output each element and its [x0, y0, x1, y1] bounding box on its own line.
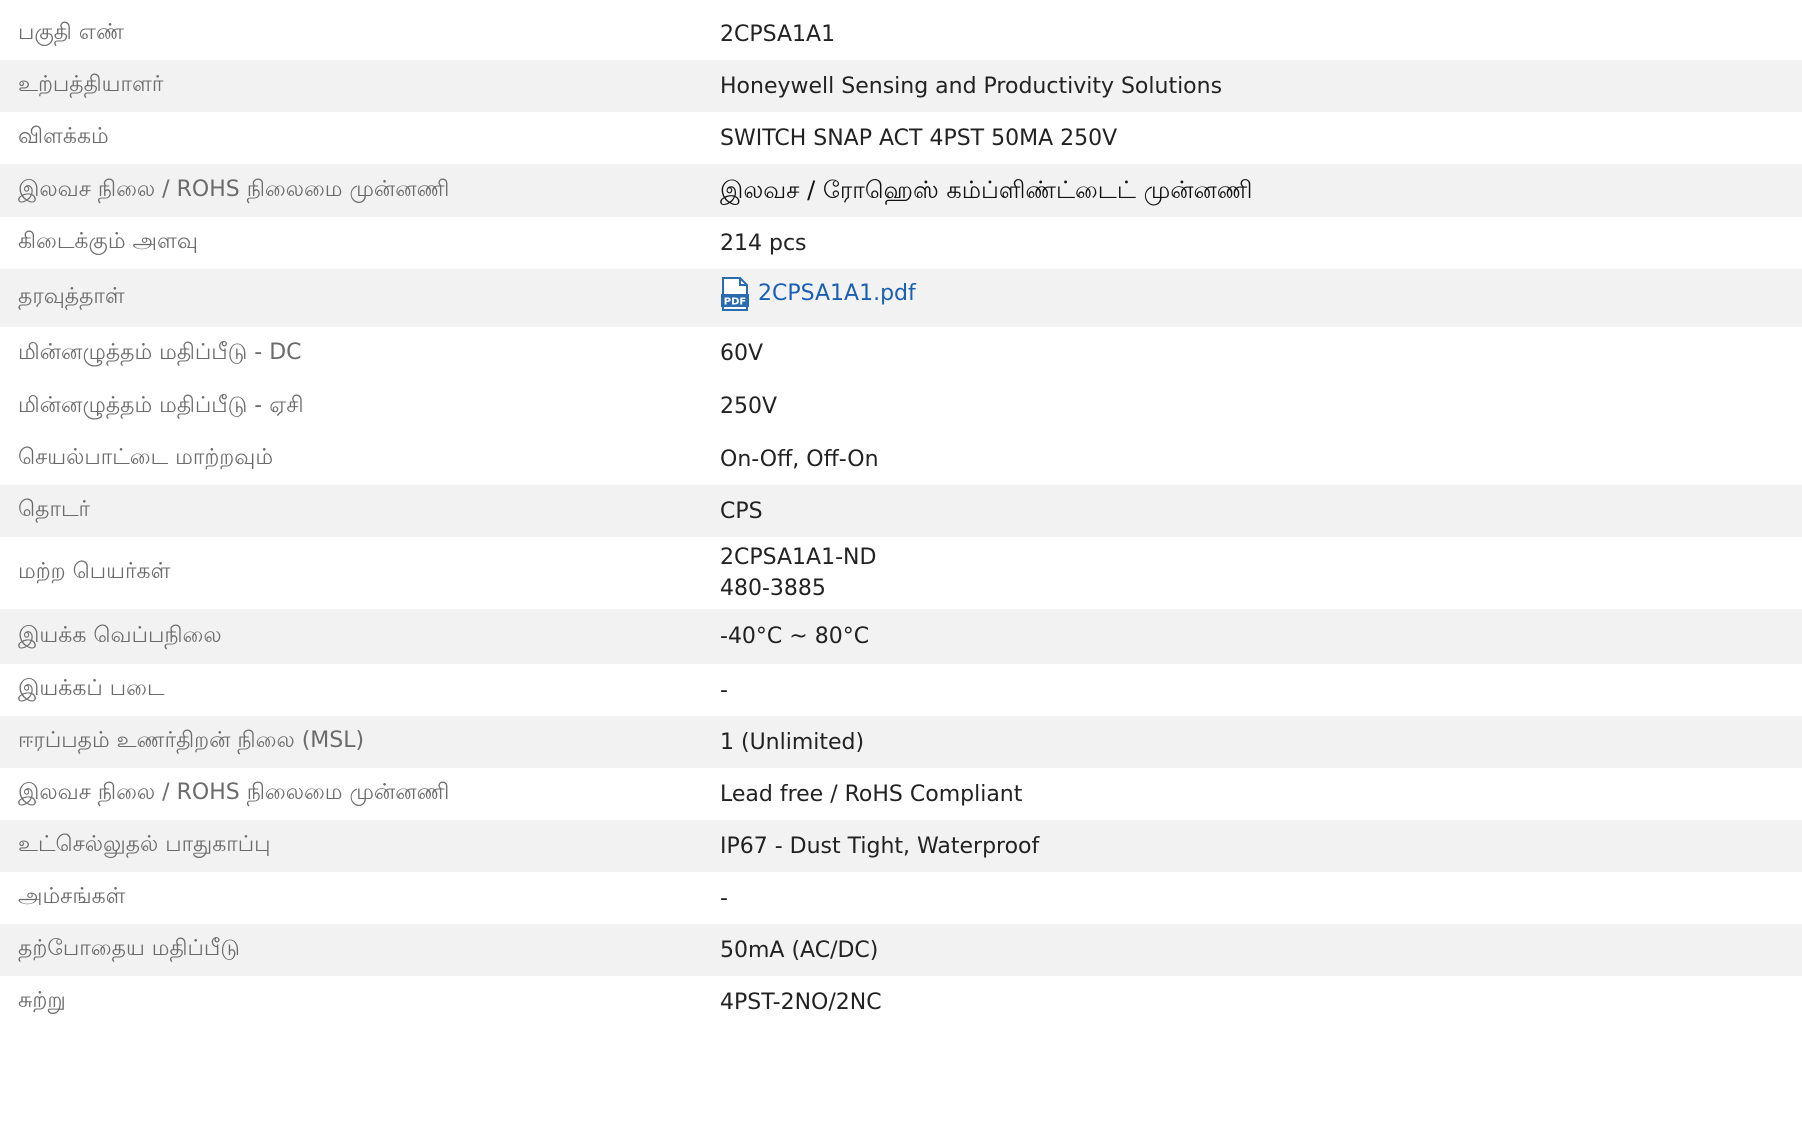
table-row: அம்சங்கள் -: [0, 872, 1802, 924]
table-row: விளக்கம் SWITCH SNAP ACT 4PST 50MA 250V: [0, 112, 1802, 164]
row-value: Lead free / RoHS Compliant: [720, 781, 1023, 807]
other-name: 480-3885: [720, 576, 826, 601]
row-label: பகுதி எண்: [18, 20, 124, 45]
row-value: 2CPSA1A1-ND 480-3885: [720, 542, 1802, 604]
row-value: Honeywell Sensing and Productivity Solut…: [720, 73, 1223, 99]
row-value: On-Off, Off-On: [720, 446, 879, 472]
row-value: -: [720, 885, 728, 911]
table-row: தற்போதைய மதிப்பீடு 50mA (AC/DC): [0, 924, 1802, 976]
table-row: இலவச நிலை / ROHS நிலைமை முன்னணி Lead fre…: [0, 768, 1802, 820]
row-value: 1 (Unlimited): [720, 729, 865, 755]
table-row: மின்னழுத்தம் மதிப்பீடு - DC 60V: [0, 327, 1802, 380]
table-row: இயக்க வெப்பநிலை -40°C ~ 80°C: [0, 609, 1802, 664]
row-label: இலவச நிலை / ROHS நிலைமை முன்னணி: [18, 176, 450, 202]
row-value: -: [720, 677, 728, 703]
table-row: இயக்கப் படை -: [0, 664, 1802, 716]
datasheet-link[interactable]: PDF 2CPSA1A1.pdf: [720, 276, 916, 311]
table-row: தொடர் CPS: [0, 485, 1802, 537]
row-label: மற்ற பெயர்கள்: [18, 559, 171, 584]
row-value: IP67 - Dust Tight, Waterproof: [720, 833, 1040, 859]
table-row: பகுதி எண் 2CPSA1A1: [0, 8, 1802, 60]
table-row: உற்பத்தியாளர் Honeywell Sensing and Prod…: [0, 60, 1802, 112]
row-value: 250V: [720, 394, 778, 419]
row-value: 50mA (AC/DC): [720, 937, 879, 963]
table-row: உட்செல்லுதல் பாதுகாப்பு IP67 - Dust Tigh…: [0, 820, 1802, 872]
row-label: தரவுத்தாள்: [18, 284, 125, 309]
row-label: ஈரப்பதம் உணர்திறன் நிலை (MSL): [18, 728, 365, 753]
specifications-table: பகுதி எண் 2CPSA1A1 உற்பத்தியாளர் Honeywe…: [0, 8, 1802, 1028]
row-value: PDF 2CPSA1A1.pdf: [720, 276, 1802, 320]
row-label: கிடைக்கும் அளவு: [18, 229, 198, 254]
row-label: மின்னழுத்தம் மதிப்பீடு - ஏசி: [18, 392, 304, 418]
table-row: கிடைக்கும் அளவு 214 pcs: [0, 217, 1802, 269]
row-label: சுற்று: [18, 988, 66, 1013]
row-label: உற்பத்தியாளர்: [18, 72, 164, 97]
row-value: இலவச / ரோஹெஸ் கம்ப்ளிண்ட்டைட் முன்னணி: [720, 176, 1253, 204]
row-label: தொடர்: [18, 497, 90, 522]
datasheet-filename: 2CPSA1A1.pdf: [758, 281, 916, 306]
table-row: செயல்பாட்டை மாற்றவும் On-Off, Off-On: [0, 433, 1802, 485]
table-row: மின்னழுத்தம் மதிப்பீடு - ஏசி 250V: [0, 380, 1802, 433]
row-value: 214 pcs: [720, 230, 807, 256]
table-row: தரவுத்தாள் PDF 2CPSA1A1.pdf: [0, 269, 1802, 327]
row-value: 2CPSA1A1: [720, 21, 836, 47]
row-value: 4PST-2NO/2NC: [720, 989, 882, 1015]
row-label: விளக்கம்: [18, 124, 109, 149]
row-label: இயக்கப் படை: [18, 676, 165, 701]
table-row: மற்ற பெயர்கள் 2CPSA1A1-ND 480-3885: [0, 537, 1802, 609]
row-label: மின்னழுத்தம் மதிப்பீடு - DC: [18, 339, 302, 365]
row-value: 60V: [720, 341, 764, 366]
row-label: இலவச நிலை / ROHS நிலைமை முன்னணி: [18, 780, 450, 805]
row-label: அம்சங்கள்: [18, 884, 126, 909]
pdf-file-icon: PDF: [720, 276, 750, 311]
table-row: சுற்று 4PST-2NO/2NC: [0, 976, 1802, 1028]
row-label: உட்செல்லுதல் பாதுகாப்பு: [18, 832, 271, 857]
row-label: இயக்க வெப்பநிலை: [18, 622, 222, 648]
row-label: தற்போதைய மதிப்பீடு: [18, 936, 240, 961]
table-row: இலவச நிலை / ROHS நிலைமை முன்னணி இலவச / ர…: [0, 164, 1802, 217]
row-value: CPS: [720, 498, 763, 524]
table-row: ஈரப்பதம் உணர்திறன் நிலை (MSL) 1 (Unlimit…: [0, 716, 1802, 768]
svg-text:PDF: PDF: [724, 296, 746, 307]
row-value: -40°C ~ 80°C: [720, 624, 870, 649]
row-label: செயல்பாட்டை மாற்றவும்: [18, 445, 274, 470]
other-name: 2CPSA1A1-ND: [720, 545, 877, 570]
row-value: SWITCH SNAP ACT 4PST 50MA 250V: [720, 125, 1118, 151]
